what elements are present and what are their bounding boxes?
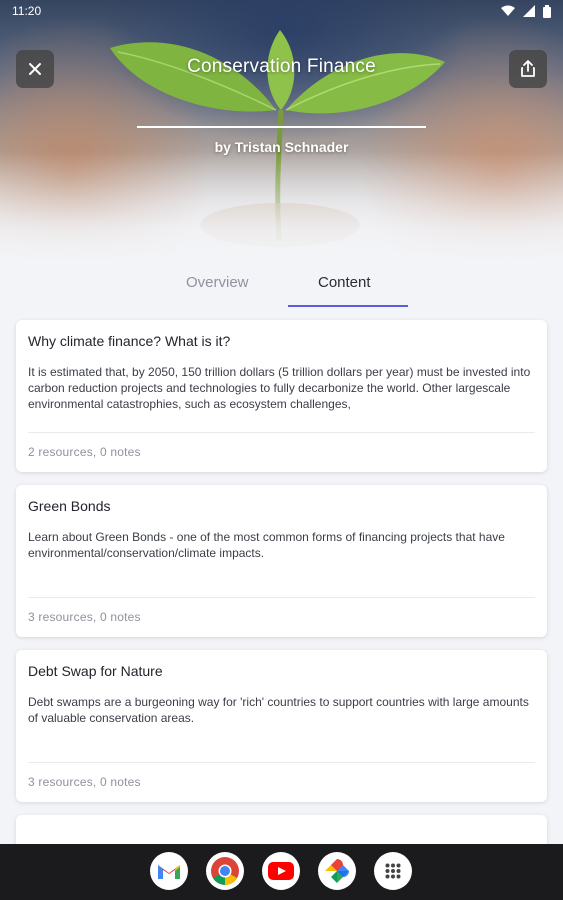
module-title: Green Bonds (28, 498, 111, 514)
battery-icon (543, 5, 551, 18)
status-bar: 11:20 (0, 0, 563, 24)
module-meta: 3 resources, 0 notes (28, 775, 141, 789)
module-title: Debt Swap for Nature (28, 663, 163, 679)
module-description: Debt swamps are a burgeoning way for 'ri… (28, 695, 529, 725)
course-author: by Tristan Schnader (214, 139, 349, 155)
tab-bar: Overview Content (0, 262, 563, 310)
gmail-app[interactable] (150, 852, 188, 890)
wifi-icon (501, 5, 515, 16)
chrome-icon (211, 857, 239, 885)
module-meta: 3 resources, 0 notes (28, 610, 141, 624)
status-time: 11:20 (12, 4, 42, 18)
app-dock (150, 852, 412, 890)
card-divider (28, 597, 535, 598)
tab-overview[interactable]: Overview (186, 274, 249, 291)
module-description: It is estimated that, by 2050, 150 trill… (28, 365, 531, 411)
module-title: Why climate finance? What is it? (28, 333, 231, 349)
card-divider (28, 762, 535, 763)
youtube-icon (268, 862, 294, 880)
tab-selected-indicator (288, 305, 408, 307)
photos-icon (325, 859, 349, 883)
module-description: Learn about Green Bonds - one of the mos… (28, 530, 505, 560)
card-divider (28, 432, 535, 433)
system-taskbar (0, 844, 563, 900)
signal-icon (523, 5, 535, 17)
status-icons (501, 5, 551, 18)
module-card[interactable]: Debt Swap for Nature Debt swamps are a b… (16, 650, 547, 802)
module-card[interactable]: Why climate finance? What is it? It is e… (16, 320, 547, 472)
chrome-app[interactable] (206, 852, 244, 890)
app-drawer-button[interactable] (374, 852, 412, 890)
photos-app[interactable] (318, 852, 356, 890)
course-hero-image (0, 0, 563, 262)
course-title: Conservation Finance (187, 56, 376, 77)
apps-grid-icon (385, 863, 401, 879)
module-meta: 2 resources, 0 notes (28, 445, 141, 459)
tab-content[interactable]: Content (318, 274, 371, 291)
gmail-icon (158, 865, 180, 879)
hero-fade-overlay (0, 152, 563, 262)
module-card[interactable]: Green Bonds Learn about Green Bonds - on… (16, 485, 547, 637)
youtube-app[interactable] (262, 852, 300, 890)
title-divider (137, 126, 426, 128)
